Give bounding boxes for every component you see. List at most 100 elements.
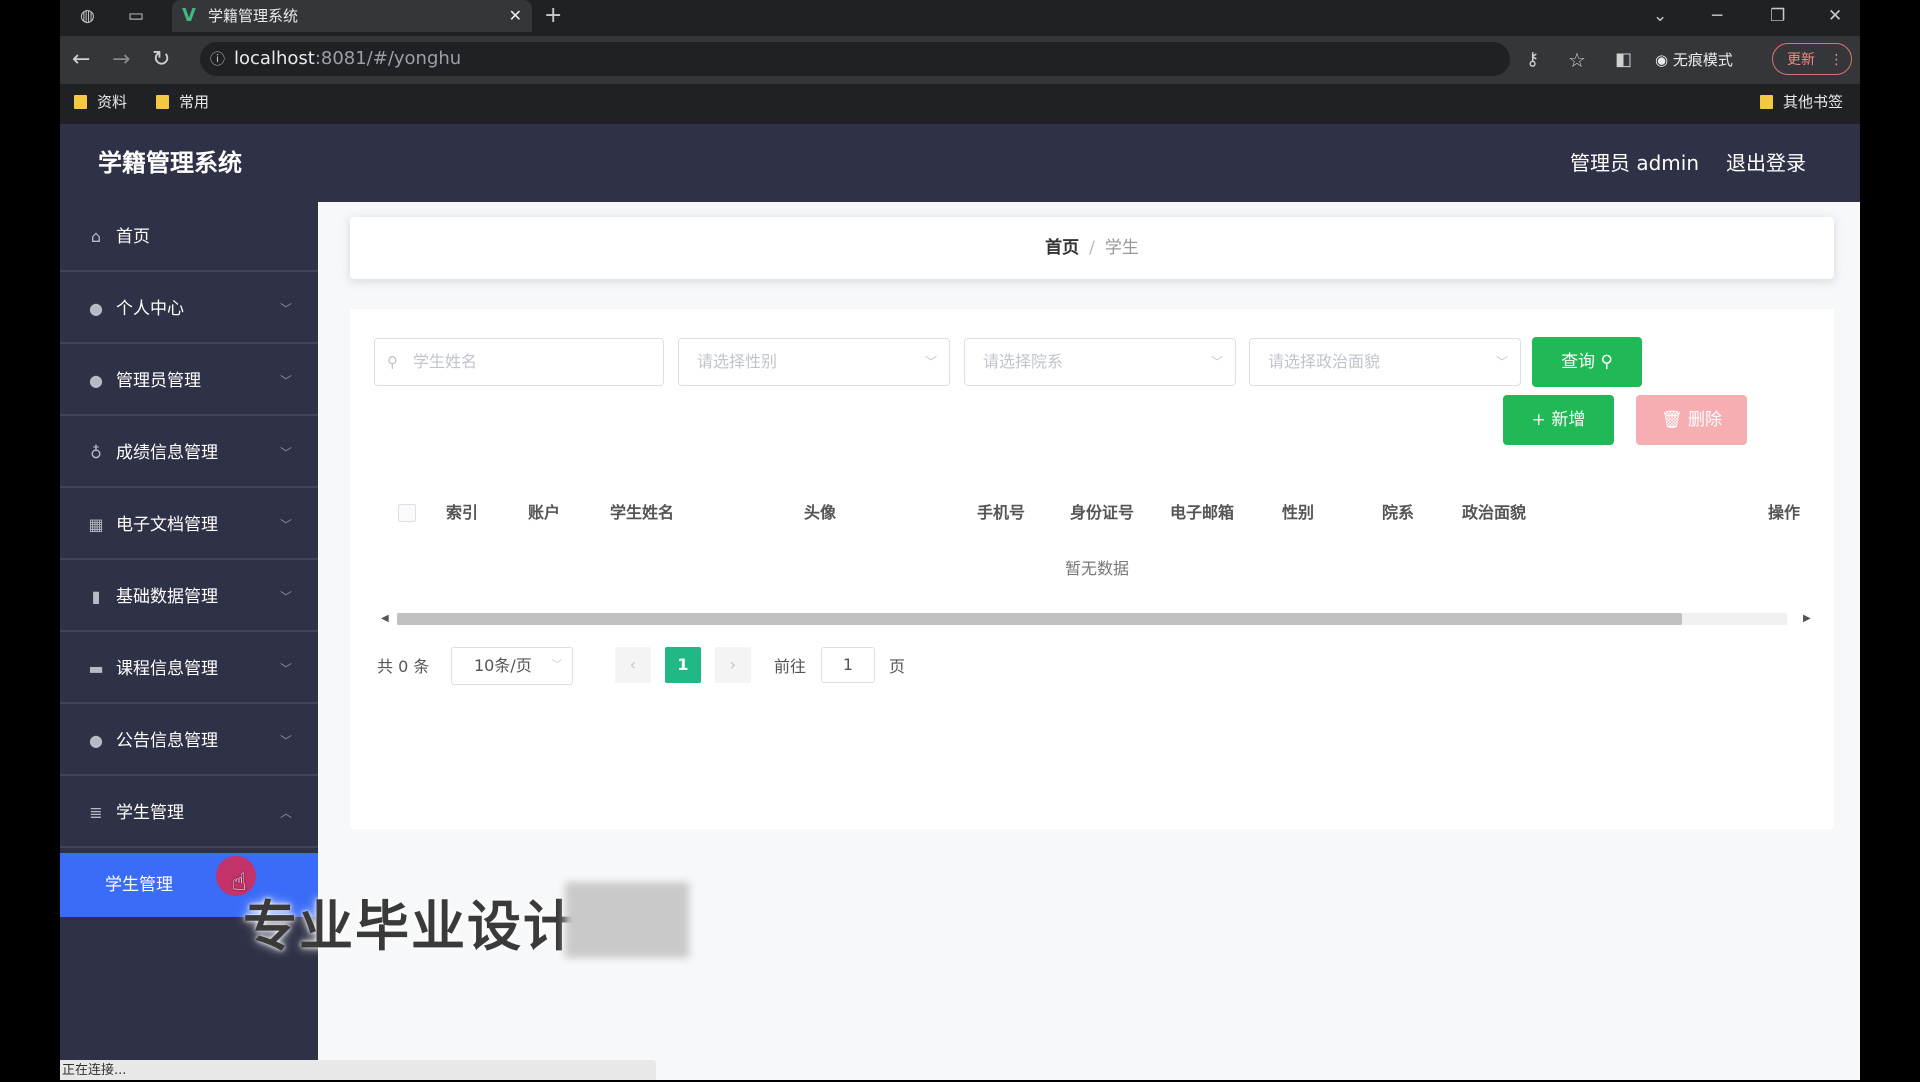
address-bar-row: ← → ↻ ⓘ localhost:8081/#/yonghu ⚷ ☆ ◧ ◉ … xyxy=(60,36,1860,84)
tab-search-icon[interactable]: ▭ xyxy=(128,0,144,32)
select-all-checkbox[interactable] xyxy=(398,504,416,522)
search-icon: ⚲ xyxy=(1600,352,1613,372)
star-icon[interactable]: ☆ xyxy=(1568,36,1586,84)
sidebar-item-grades[interactable]: ♁ 成绩信息管理 ﹀ xyxy=(60,418,318,488)
url-host: localhost xyxy=(234,48,315,69)
scroll-left-icon[interactable]: ◀ xyxy=(381,609,389,629)
sidebar-item-home[interactable]: ⌂ 首页 xyxy=(60,202,318,272)
watermark-caption: 专业毕业设计 xyxy=(243,895,579,958)
page-unit-label: 页 xyxy=(889,657,906,676)
restore-icon[interactable]: ❐ xyxy=(1770,0,1785,32)
sidebar-item-admins[interactable]: ● 管理员管理 ﹀ xyxy=(60,346,318,416)
chevron-down-icon: ﹀ xyxy=(924,355,937,369)
sidebar-item-students[interactable]: ≣ 学生管理 ︿ xyxy=(60,778,318,848)
back-icon[interactable]: ← xyxy=(72,36,90,84)
goto-label: 前往 xyxy=(774,657,807,676)
sidebar-item-label: 管理员管理 xyxy=(116,371,201,391)
bookmark-label: 其他书签 xyxy=(1783,93,1844,111)
search-icon: ⚲ xyxy=(387,353,398,371)
browser-tab[interactable]: V 学籍管理系统 ✕ xyxy=(172,0,532,32)
column-header: 身份证号 xyxy=(1070,503,1135,522)
breadcrumb-separator: / xyxy=(1089,238,1095,258)
sidebar-item-label: 首页 xyxy=(116,227,150,247)
total-count: 共 0 条 xyxy=(377,657,430,676)
new-tab-icon[interactable]: + xyxy=(544,0,562,32)
sidebar-subitem-label: 学生管理 xyxy=(105,875,173,895)
vue-favicon-icon: V xyxy=(182,5,196,26)
browser-chrome: ◍ ▭ V 学籍管理系统 ✕ + ⌄ ─ ❐ ✕ ← → ↻ ⓘ localho… xyxy=(60,0,1860,124)
goto-page-input[interactable]: 1 xyxy=(821,647,875,683)
key-icon[interactable]: ⚷ xyxy=(1526,36,1539,84)
sidebar-item-label: 课程信息管理 xyxy=(116,659,218,679)
chevron-down-icon: ﹀ xyxy=(1210,355,1223,369)
url-field[interactable]: ⓘ localhost:8081/#/yonghu xyxy=(200,42,1510,76)
delete-button[interactable]: 🗑 删除 xyxy=(1636,395,1747,445)
chevron-down-icon: ﹀ xyxy=(280,302,293,316)
scroll-thumb[interactable] xyxy=(397,613,1682,625)
bookmark-folder-other[interactable]: 其他书签 xyxy=(1760,86,1843,118)
user-icon: ● xyxy=(89,731,103,750)
sidepanel-icon[interactable]: ◧ xyxy=(1615,36,1632,84)
bookmark-folder-ziliao[interactable]: 资料 xyxy=(74,86,127,118)
chevron-up-icon: ︿ xyxy=(280,806,293,820)
bookmarks-bar: 资料 常用 其他书签 xyxy=(60,86,1860,118)
incognito-indicator[interactable]: ◉ 无痕模式 xyxy=(1655,44,1733,76)
sidebar-item-documents[interactable]: ▦ 电子文档管理 ﹀ xyxy=(60,490,318,560)
chevron-down-icon: ﹀ xyxy=(280,662,293,676)
politics-select[interactable]: 请选择政治面貌 ﹀ xyxy=(1249,338,1521,386)
sidebar-item-label: 公告信息管理 xyxy=(116,731,218,751)
window-close-icon[interactable]: ✕ xyxy=(1828,0,1842,32)
stack-icon: ≣ xyxy=(89,803,103,822)
column-header: 头像 xyxy=(804,503,837,522)
chevron-down-icon: ﹀ xyxy=(552,660,562,671)
globe-icon[interactable]: ◍ xyxy=(80,0,95,32)
column-header: 院系 xyxy=(1382,503,1415,522)
current-user: 管理员 admin xyxy=(1570,151,1700,175)
student-name-input[interactable]: ⚲ 学生姓名 xyxy=(374,338,664,386)
chevron-down-icon[interactable]: ⌄ xyxy=(1653,0,1667,32)
sidebar-item-label: 成绩信息管理 xyxy=(116,443,218,463)
more-icon: ⋮ xyxy=(1829,52,1844,68)
logout-link[interactable]: 退出登录 xyxy=(1726,124,1806,202)
bookmark-folder-changyong[interactable]: 常用 xyxy=(156,86,209,118)
url-path: :8081/#/yonghu xyxy=(314,48,462,69)
folder-icon xyxy=(74,95,87,109)
query-button[interactable]: 查询 ⚲ xyxy=(1532,337,1642,387)
sidebar-item-courses[interactable]: ▬ 课程信息管理 ﹀ xyxy=(60,634,318,704)
breadcrumb-home[interactable]: 首页 xyxy=(1045,238,1079,258)
column-header: 电子邮箱 xyxy=(1170,503,1235,522)
page-size-select[interactable]: 10条/页 ﹀ xyxy=(451,647,573,685)
query-label: 查询 xyxy=(1561,352,1596,372)
sidebar-item-label: 学生管理 xyxy=(116,803,184,823)
sidebar-item-basic-data[interactable]: ▮ 基础数据管理 ﹀ xyxy=(60,562,318,632)
info-icon[interactable]: ⓘ xyxy=(210,42,225,76)
sidebar-item-profile[interactable]: ● 个人中心 ﹀ xyxy=(60,274,318,344)
current-page-button[interactable]: 1 xyxy=(665,647,701,683)
select-placeholder: 请选择性别 xyxy=(697,352,778,371)
mic-icon: ♁ xyxy=(90,443,102,462)
content-card: ⚲ 学生姓名 请选择性别 ﹀ 请选择院系 ﹀ 请选择政治面貌 ﹀ 查询 ⚲ + … xyxy=(350,309,1834,829)
gender-select[interactable]: 请选择性别 ﹀ xyxy=(678,338,950,386)
chevron-down-icon: ﹀ xyxy=(280,590,293,604)
update-button[interactable]: 更新 ⋮ xyxy=(1772,43,1852,75)
next-page-button[interactable]: › xyxy=(715,647,751,683)
table-header: 索引 账户 学生姓名 头像 手机号 身份证号 电子邮箱 性别 院系 政治面貌 操… xyxy=(377,487,1817,539)
horizontal-scrollbar[interactable]: ◀ ▶ xyxy=(377,609,1817,629)
scroll-right-icon[interactable]: ▶ xyxy=(1803,609,1811,629)
blurred-region xyxy=(565,882,689,958)
close-icon[interactable]: ✕ xyxy=(509,0,522,32)
forward-icon[interactable]: → xyxy=(112,36,130,84)
add-button[interactable]: + 新增 xyxy=(1503,395,1614,445)
sidebar-item-notices[interactable]: ● 公告信息管理 ﹀ xyxy=(60,706,318,776)
minimize-icon[interactable]: ─ xyxy=(1712,0,1722,32)
department-select[interactable]: 请选择院系 ﹀ xyxy=(964,338,1236,386)
input-placeholder: 学生姓名 xyxy=(413,352,478,371)
breadcrumb: 首页 / 学生 xyxy=(350,217,1834,279)
reload-icon[interactable]: ↻ xyxy=(152,36,170,84)
browser-status-bar: 正在连接... xyxy=(60,1060,656,1080)
add-label: 新增 xyxy=(1551,410,1586,430)
prev-page-button[interactable]: ‹ xyxy=(615,647,651,683)
chevron-down-icon: ﹀ xyxy=(280,518,293,532)
sidebar-item-label: 个人中心 xyxy=(116,299,184,319)
home-icon: ⌂ xyxy=(90,227,102,246)
